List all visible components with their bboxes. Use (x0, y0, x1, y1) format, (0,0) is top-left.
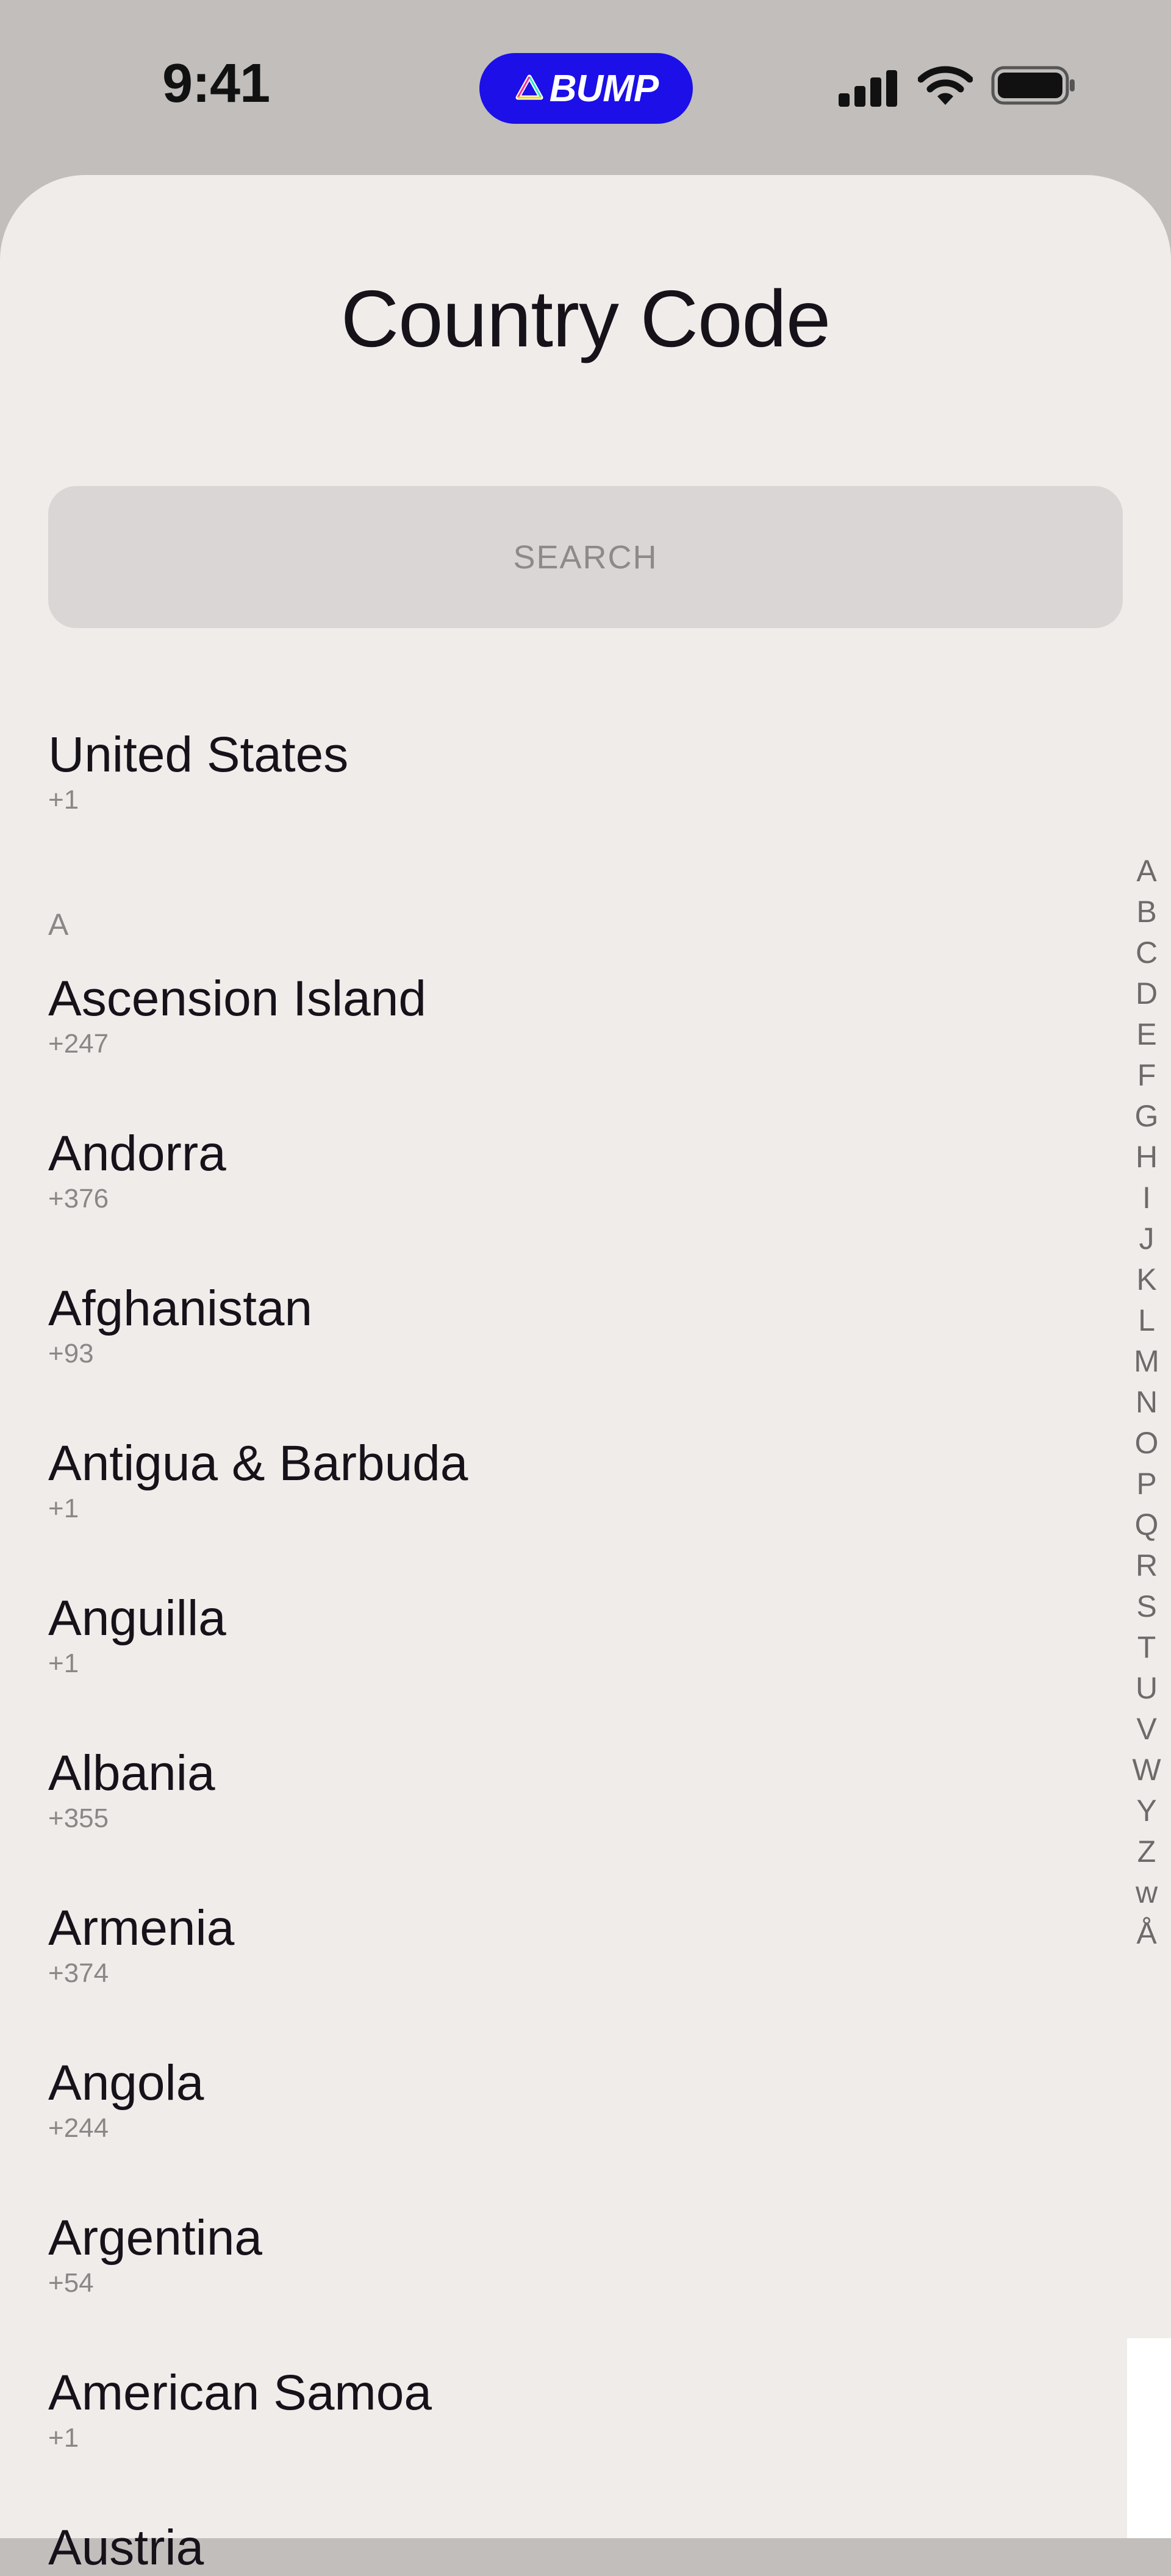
index-letter[interactable]: Q (1122, 1504, 1171, 1545)
index-letter[interactable]: Å (1122, 1913, 1171, 1954)
index-letter[interactable]: J (1122, 1218, 1171, 1259)
index-letter[interactable]: N (1122, 1382, 1171, 1423)
alphabet-index[interactable]: ABCDEFGHIJKLMNOPQRSTUVWYZwÅ (1122, 851, 1171, 1954)
app-badge-label: BUMP (549, 67, 659, 110)
index-letter[interactable]: F (1122, 1055, 1171, 1096)
country-dial-code: +376 (48, 1184, 109, 1214)
country-dial-code: +1 (48, 1648, 79, 1678)
battery-icon (991, 66, 1075, 105)
index-letter[interactable]: O (1122, 1423, 1171, 1464)
wifi-icon (918, 66, 973, 105)
search-placeholder: SEARCH (513, 538, 658, 576)
country-name: Anguilla (48, 1590, 226, 1646)
country-name: Angola (48, 2055, 204, 2111)
country-dial-code: +1 (48, 2423, 79, 2453)
index-letter[interactable]: G (1122, 1096, 1171, 1137)
overlay-corner (1127, 2338, 1171, 2538)
index-letter[interactable]: P (1122, 1464, 1171, 1504)
index-letter[interactable]: L (1122, 1300, 1171, 1341)
index-letter[interactable]: C (1122, 932, 1171, 973)
country-name: Andorra (48, 1126, 226, 1181)
country-item[interactable]: Armenia +374 (48, 1900, 234, 1991)
country-dial-code: +355 (48, 1803, 109, 1833)
country-name: Austria (48, 2520, 204, 2575)
country-dial-code: +247 (48, 1029, 109, 1059)
index-letter[interactable]: A (1122, 851, 1171, 892)
status-bar: 9:41 BUMP (0, 0, 1171, 177)
index-letter[interactable]: Y (1122, 1791, 1171, 1831)
status-time: 9:41 (162, 53, 270, 114)
country-item[interactable]: Afghanistan +93 (48, 1281, 312, 1371)
index-letter[interactable]: B (1122, 892, 1171, 932)
country-item-partial[interactable]: Austria (48, 2520, 204, 2576)
cellular-signal-icon (839, 70, 897, 107)
index-letter[interactable]: Z (1122, 1831, 1171, 1872)
index-letter[interactable]: V (1122, 1709, 1171, 1750)
index-letter[interactable]: M (1122, 1341, 1171, 1382)
index-letter[interactable]: I (1122, 1178, 1171, 1218)
country-name: Armenia (48, 1900, 235, 1956)
country-dial-code: +244 (48, 2113, 109, 2143)
country-item[interactable]: Andorra +376 (48, 1126, 226, 1216)
country-item[interactable]: American Samoa +1 (48, 2365, 432, 2455)
country-dial-code: +1 (48, 785, 79, 815)
country-name: Albania (48, 1745, 215, 1801)
country-name: United States (48, 727, 349, 782)
index-letter[interactable]: S (1122, 1586, 1171, 1627)
country-name: American Samoa (48, 2365, 432, 2420)
index-letter[interactable]: R (1122, 1545, 1171, 1586)
country-name: Ascension Island (48, 971, 426, 1026)
index-letter[interactable]: D (1122, 973, 1171, 1014)
country-name: Argentina (48, 2210, 263, 2266)
country-item[interactable]: Argentina +54 (48, 2210, 262, 2300)
index-letter[interactable]: K (1122, 1259, 1171, 1300)
app-badge[interactable]: BUMP (479, 53, 693, 124)
page-title: Country Code (340, 274, 831, 363)
search-input[interactable]: SEARCH (48, 486, 1123, 628)
index-letter[interactable]: T (1122, 1627, 1171, 1668)
bump-logo-icon (515, 74, 543, 100)
country-dial-code: +93 (48, 1339, 94, 1368)
country-name: Afghanistan (48, 1281, 313, 1336)
country-dial-code: +1 (48, 1494, 79, 1523)
index-letter[interactable]: E (1122, 1014, 1171, 1055)
country-item[interactable]: Antigua & Barbuda +1 (48, 1436, 468, 1526)
section-header: A (48, 907, 69, 942)
country-code-sheet: Country Code SEARCH United States +1 A A… (0, 175, 1171, 2575)
country-item[interactable]: Ascension Island +247 (48, 971, 426, 1061)
country-name: Antigua & Barbuda (48, 1436, 468, 1491)
index-letter[interactable]: W (1122, 1750, 1171, 1791)
country-item[interactable]: Albania +355 (48, 1745, 215, 1836)
index-letter[interactable]: w (1122, 1872, 1171, 1913)
country-item-united-states[interactable]: United States +1 (48, 727, 348, 817)
country-dial-code: +54 (48, 2268, 94, 2298)
country-item[interactable]: Angola +244 (48, 2055, 204, 2145)
country-dial-code: +374 (48, 1958, 109, 1988)
index-letter[interactable]: H (1122, 1137, 1171, 1178)
index-letter[interactable]: U (1122, 1668, 1171, 1709)
country-item[interactable]: Anguilla +1 (48, 1590, 226, 1681)
